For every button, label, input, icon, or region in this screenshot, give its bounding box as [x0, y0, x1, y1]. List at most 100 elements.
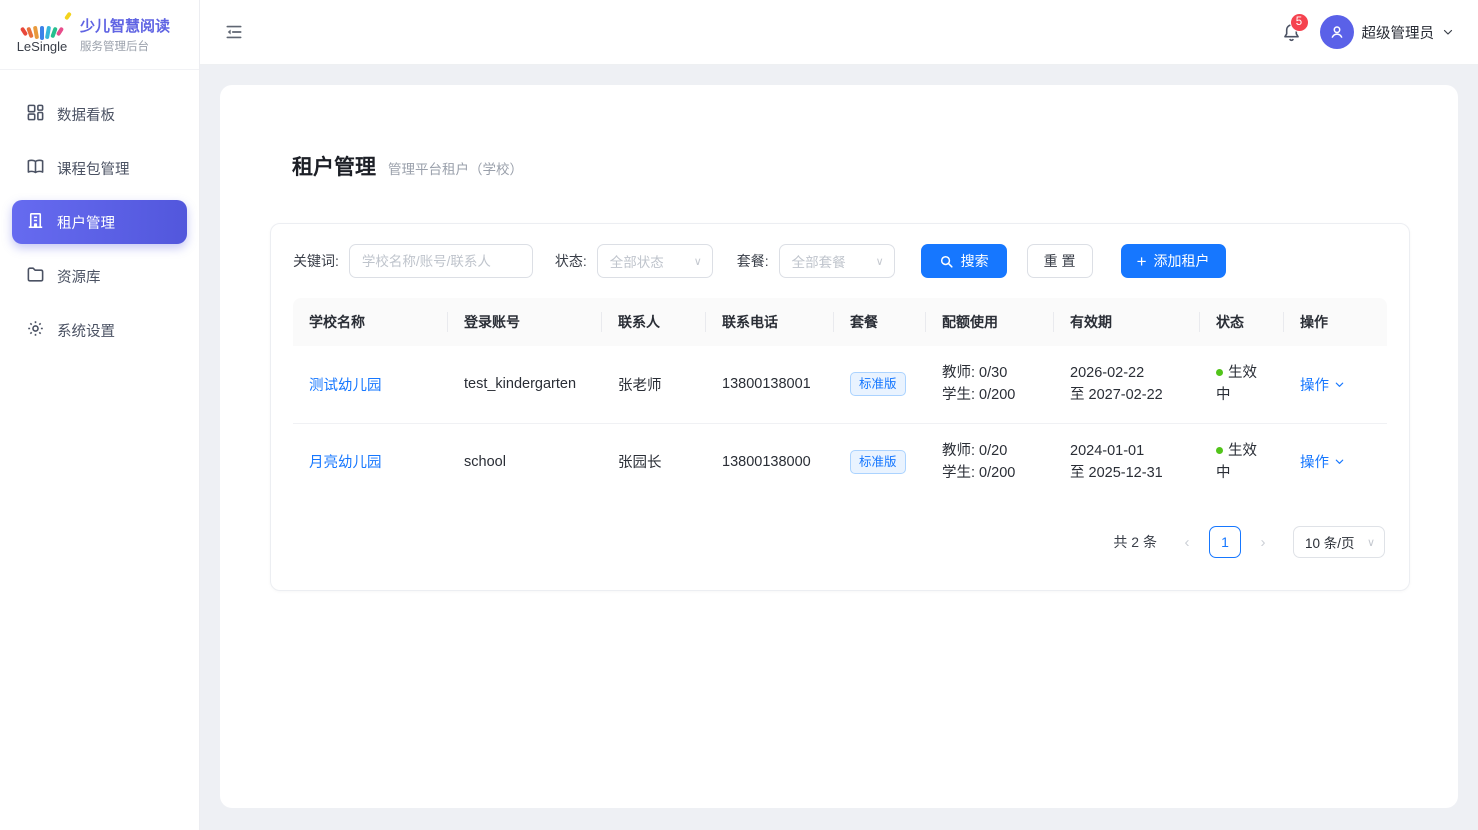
login-account: school [448, 423, 602, 500]
sidebar-nav: 数据看板 课程包管理 租户管理 [0, 70, 199, 374]
page-size-select[interactable]: 10 条/页 ∨ [1293, 526, 1385, 558]
quota-teachers: 教师: 0/20 [942, 440, 1042, 462]
folder-icon [26, 265, 45, 288]
status-badge: 生效中 [1216, 440, 1268, 484]
chevron-down-icon: ∨ [1367, 536, 1375, 549]
sidebar: LeSingle 少儿智慧阅读 服务管理后台 数据看板 课程包管 [0, 0, 200, 830]
notification-badge: 5 [1290, 13, 1309, 32]
logo-word: LeSingle [14, 39, 70, 54]
quota-teachers: 教师: 0/30 [942, 362, 1042, 384]
dashboard-icon [26, 103, 45, 126]
valid-to: 至 2027-02-22 [1070, 384, 1188, 406]
topbar: 5 超级管理员 [200, 0, 1478, 65]
col-school-name: 学校名称 [293, 298, 448, 346]
content-area: 租户管理 管理平台租户（学校） 关键词: 状态: 全部状态 ∨ 套餐: 全部套餐 [200, 65, 1478, 830]
lesingle-logo: LeSingle [14, 16, 70, 54]
sidebar-item-label: 数据看板 [57, 104, 115, 125]
status-dot-icon [1216, 447, 1223, 454]
table-row: 月亮幼儿园 school 张园长 13800138000 标准版 教师: 0/2… [293, 423, 1387, 500]
user-menu[interactable]: 超级管理员 [1320, 15, 1455, 49]
contact-name: 张园长 [602, 423, 706, 500]
status-select-value: 全部状态 [610, 251, 664, 271]
keyword-input[interactable] [349, 244, 533, 278]
col-plan: 套餐 [834, 298, 926, 346]
next-page-button[interactable]: › [1249, 534, 1277, 551]
chevron-down-icon: ∨ [876, 255, 884, 268]
school-name-link[interactable]: 月亮幼儿园 [309, 455, 382, 471]
plan-label: 套餐: [737, 251, 769, 271]
status-select[interactable]: 全部状态 ∨ [597, 244, 713, 278]
sidebar-collapse-button[interactable] [224, 22, 244, 42]
col-phone: 联系电话 [706, 298, 834, 346]
chevron-down-icon [1334, 456, 1345, 467]
avatar [1320, 15, 1354, 49]
reset-button[interactable]: 重 置 [1027, 244, 1093, 278]
quota-students: 学生: 0/200 [942, 462, 1042, 484]
col-validity: 有效期 [1054, 298, 1200, 346]
notifications-button[interactable]: 5 [1281, 22, 1302, 43]
building-icon [26, 211, 45, 234]
book-icon [26, 157, 45, 180]
status-dot-icon [1216, 369, 1223, 376]
brand-subtitle: 服务管理后台 [80, 38, 170, 54]
search-icon [939, 254, 954, 269]
chevron-down-icon [1442, 26, 1454, 38]
tenant-table: 学校名称 登录账号 联系人 联系电话 套餐 配额使用 有效期 状态 操作 [293, 298, 1387, 500]
page-number-button[interactable]: 1 [1209, 526, 1241, 558]
chevron-down-icon [1334, 379, 1345, 390]
sidebar-item-resources[interactable]: 资源库 [12, 254, 187, 298]
col-login-account: 登录账号 [448, 298, 602, 346]
table-row: 测试幼儿园 test_kindergarten 张老师 13800138001 … [293, 346, 1387, 423]
plan-badge: 标准版 [850, 372, 906, 396]
logo-color-bars-icon [20, 16, 64, 38]
status-badge: 生效中 [1216, 362, 1268, 406]
sidebar-item-course-packages[interactable]: 课程包管理 [12, 146, 187, 190]
valid-from: 2024-01-01 [1070, 440, 1188, 462]
valid-to: 至 2025-12-31 [1070, 462, 1188, 484]
gear-icon [26, 319, 45, 342]
plan-select-value: 全部套餐 [792, 251, 846, 271]
pagination-total: 共 2 条 [1113, 532, 1157, 552]
user-icon [1328, 23, 1346, 41]
keyword-label: 关键词: [293, 251, 339, 271]
sidebar-item-label: 租户管理 [57, 212, 115, 233]
pagination: 共 2 条 ‹ 1 › 10 条/页 ∨ [293, 526, 1387, 558]
row-actions-dropdown[interactable]: 操作 [1300, 451, 1375, 472]
plan-select[interactable]: 全部套餐 ∨ [779, 244, 895, 278]
col-actions: 操作 [1284, 298, 1387, 346]
tenant-management-card: 租户管理 管理平台租户（学校） 关键词: 状态: 全部状态 ∨ 套餐: 全部套餐 [220, 85, 1458, 808]
contact-phone: 13800138000 [706, 423, 834, 500]
table-header-row: 学校名称 登录账号 联系人 联系电话 套餐 配额使用 有效期 状态 操作 [293, 298, 1387, 346]
tenant-panel: 关键词: 状态: 全部状态 ∨ 套餐: 全部套餐 ∨ [270, 223, 1410, 591]
col-contact: 联系人 [602, 298, 706, 346]
col-status: 状态 [1200, 298, 1284, 346]
sidebar-item-settings[interactable]: 系统设置 [12, 308, 187, 352]
sidebar-item-tenants[interactable]: 租户管理 [12, 200, 187, 244]
sidebar-item-label: 系统设置 [57, 320, 115, 341]
page-subtitle: 管理平台租户（学校） [388, 158, 523, 178]
contact-phone: 13800138001 [706, 346, 834, 423]
contact-name: 张老师 [602, 346, 706, 423]
sidebar-item-dashboard[interactable]: 数据看板 [12, 92, 187, 136]
chevron-down-icon: ∨ [694, 255, 702, 268]
plan-badge: 标准版 [850, 450, 906, 474]
sidebar-item-label: 课程包管理 [57, 158, 130, 179]
brand-area: LeSingle 少儿智慧阅读 服务管理后台 [0, 0, 199, 70]
col-quota: 配额使用 [926, 298, 1054, 346]
page-size-value: 10 条/页 [1305, 532, 1355, 552]
search-button[interactable]: 搜索 [921, 244, 1007, 278]
user-name: 超级管理员 [1362, 22, 1435, 43]
row-actions-dropdown[interactable]: 操作 [1300, 374, 1375, 395]
sidebar-item-label: 资源库 [57, 266, 101, 287]
prev-page-button[interactable]: ‹ [1173, 534, 1201, 551]
add-tenant-button[interactable]: + 添加租户 [1121, 244, 1226, 278]
login-account: test_kindergarten [448, 346, 602, 423]
page-title: 租户管理 [292, 151, 376, 181]
valid-from: 2026-02-22 [1070, 362, 1188, 384]
quota-students: 学生: 0/200 [942, 384, 1042, 406]
brand-title: 少儿智慧阅读 [80, 15, 170, 36]
plus-icon: + [1137, 253, 1147, 270]
school-name-link[interactable]: 测试幼儿园 [309, 378, 382, 394]
filter-bar: 关键词: 状态: 全部状态 ∨ 套餐: 全部套餐 ∨ [293, 244, 1387, 278]
status-label: 状态: [555, 251, 587, 271]
